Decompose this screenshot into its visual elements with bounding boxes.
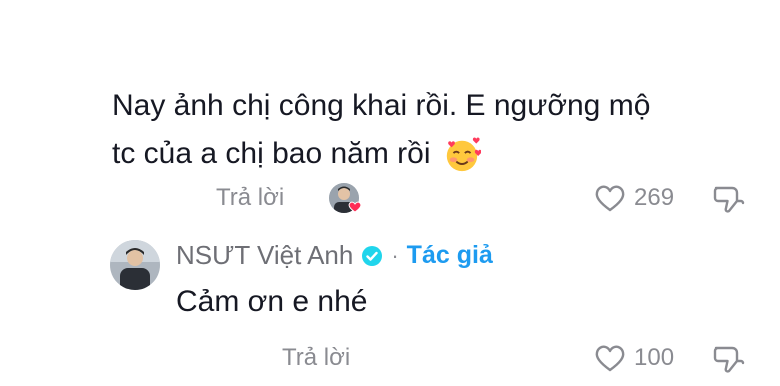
- creator-liked-avatar: [328, 182, 364, 218]
- like-button[interactable]: 100: [594, 343, 674, 373]
- dislike-button[interactable]: [712, 342, 746, 381]
- smiling-face-with-hearts-icon: [446, 137, 481, 172]
- comment-text: Nay ảnh chị công khai rồi. E ngưỡng mộ t…: [112, 82, 732, 178]
- like-button[interactable]: 269: [594, 183, 674, 213]
- reply-button[interactable]: Trả lời: [282, 344, 350, 372]
- avatar-image-icon: [110, 240, 160, 290]
- author-name[interactable]: NSƯT Việt Anh: [176, 240, 353, 271]
- dislike-button[interactable]: [712, 182, 746, 221]
- author-avatar[interactable]: [110, 240, 160, 290]
- avatar-image-icon: [329, 183, 362, 213]
- reply-button[interactable]: Trả lời: [216, 184, 284, 212]
- verified-badge-icon: [362, 245, 383, 266]
- thumbs-down-icon: [713, 186, 745, 213]
- separator-dot: ·: [391, 242, 399, 268]
- comment-line-1: Nay ảnh chị công khai rồi. E ngưỡng mộ: [112, 89, 651, 122]
- author-row: NSƯT Việt Anh · Tác giả: [176, 240, 493, 271]
- comment-line-2: tc của a chị bao năm rồi: [112, 130, 732, 178]
- comment-line-2-text: tc của a chị bao năm rồi: [112, 137, 431, 170]
- heart-outline-icon: [595, 345, 625, 372]
- thumbs-down-icon: [713, 346, 745, 373]
- heart-outline-icon: [595, 185, 625, 212]
- like-count: 269: [634, 184, 675, 211]
- reply-text: Cảm ơn e nhé: [176, 285, 368, 318]
- author-tag: Tác giả: [406, 241, 493, 269]
- like-count: 100: [634, 344, 675, 371]
